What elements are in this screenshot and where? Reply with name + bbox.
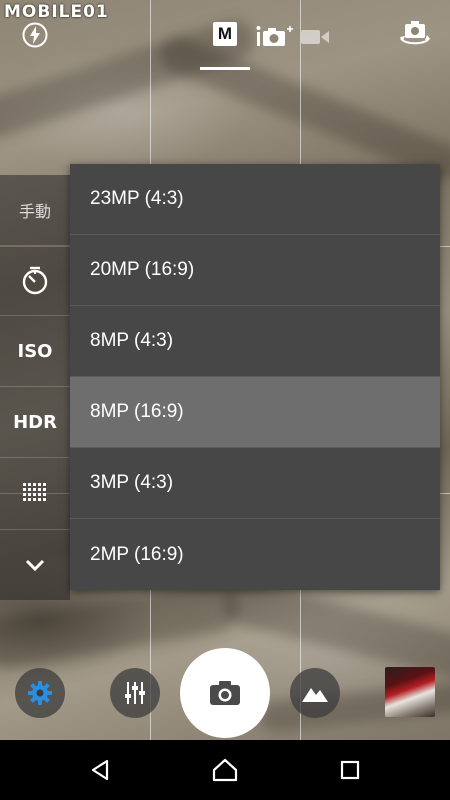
capture-mode-text: 手動 <box>18 204 51 221</box>
home-button[interactable] <box>190 740 260 800</box>
manual-adjust-button[interactable] <box>110 668 160 718</box>
resolution-option[interactable]: 23MP (4:3) <box>70 164 440 235</box>
resolution-option-label: 23MP (4:3) <box>90 188 184 209</box>
resolution-menu: 23MP (4:3) 20MP (16:9) 8MP (4:3) 8MP (16… <box>70 164 440 590</box>
scenery-mountain-icon <box>302 688 328 702</box>
hdr-button[interactable]: HDR <box>0 387 70 457</box>
grid-button[interactable] <box>0 458 70 528</box>
resolution-option-label: 3MP (4:3) <box>90 472 174 493</box>
resolution-option-label: 20MP (16:9) <box>90 259 195 280</box>
switch-camera-icon[interactable] <box>398 20 432 48</box>
gallery-thumbnail[interactable] <box>385 667 435 717</box>
capture-mode-label[interactable]: 手動 <box>0 175 70 245</box>
expand-more-button[interactable] <box>0 530 70 600</box>
resolution-option-label: 2MP (16:9) <box>90 543 184 565</box>
resolution-option[interactable]: 20MP (16:9) <box>70 235 440 306</box>
flash-auto-icon[interactable] <box>22 22 48 48</box>
back-icon <box>91 759 109 781</box>
active-mode-indicator <box>200 67 250 70</box>
recents-icon <box>340 760 360 780</box>
resolution-option[interactable]: 3MP (4:3) <box>70 448 440 519</box>
chevron-down-icon <box>25 559 45 572</box>
side-settings-panel: 手動 ISO HDR <box>0 175 70 600</box>
hdr-label: HDR <box>13 411 57 433</box>
shutter-button[interactable] <box>180 648 270 738</box>
shutter-camera-icon <box>210 681 240 705</box>
settings-button[interactable] <box>15 668 65 718</box>
self-timer-button[interactable] <box>0 245 70 315</box>
manual-mode-tab[interactable]: M <box>213 22 237 46</box>
video-mode-icon[interactable] <box>300 28 330 46</box>
watermark: MOBILE01 <box>4 2 109 22</box>
resolution-option-label: 8MP (16:9) <box>90 401 184 422</box>
resolution-option-selected[interactable]: 8MP (16:9) <box>70 377 440 448</box>
scene-selection-button[interactable] <box>290 668 340 718</box>
superior-auto-icon[interactable] <box>256 24 298 48</box>
adjust-sliders-icon <box>125 682 145 704</box>
manual-mode-label: M <box>217 24 233 43</box>
resolution-option[interactable]: 8MP (4:3) <box>70 306 440 377</box>
back-button[interactable] <box>65 740 135 800</box>
fabric-fold <box>154 31 450 185</box>
resolution-option-label: 8MP (4:3) <box>90 330 174 351</box>
recents-button[interactable] <box>315 740 385 800</box>
resolution-option[interactable]: 2MP (16:9) <box>70 519 440 590</box>
iso-label: ISO <box>17 340 53 362</box>
home-icon <box>212 758 238 782</box>
self-timer-icon <box>22 266 48 295</box>
grid-icon <box>23 483 46 501</box>
settings-gear-icon <box>28 681 52 705</box>
iso-button[interactable]: ISO <box>0 316 70 386</box>
navigation-bar <box>0 740 450 800</box>
